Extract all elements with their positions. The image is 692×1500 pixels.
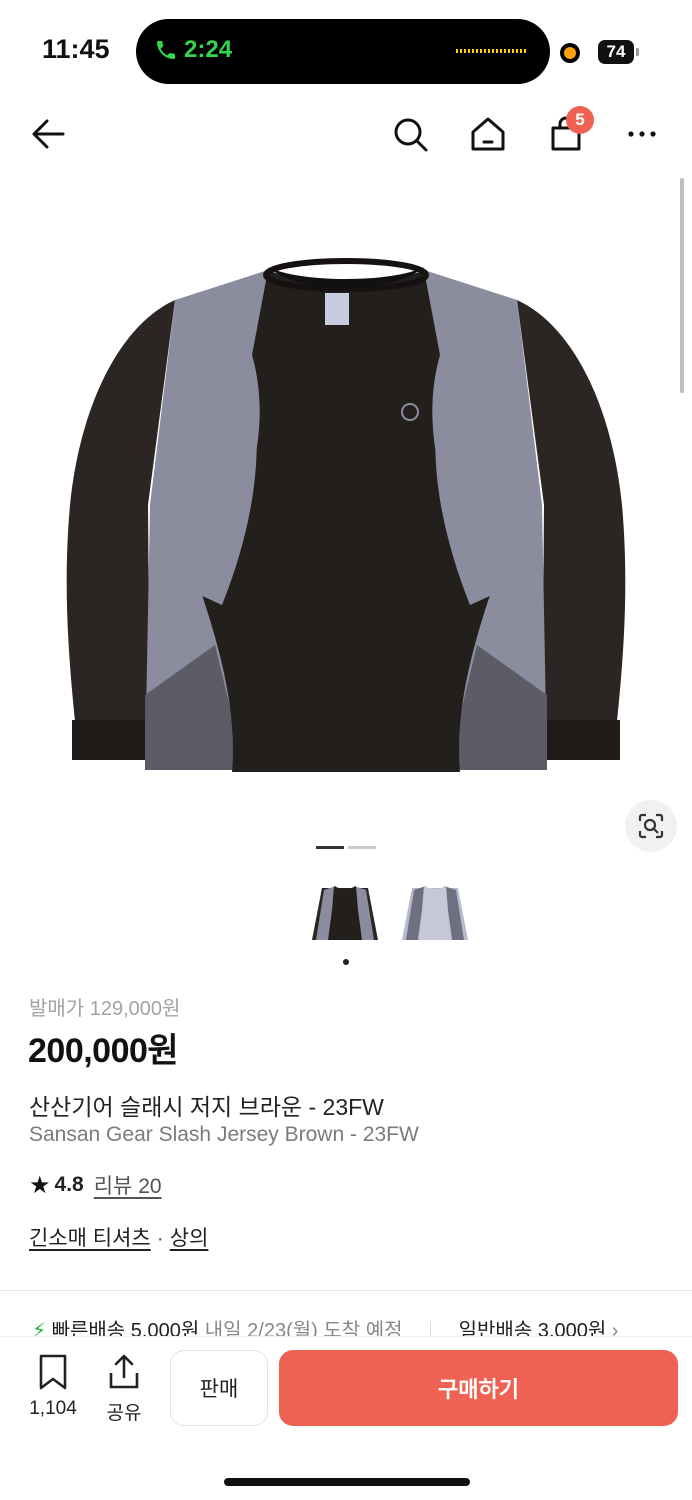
- call-indicator: 2:24: [154, 36, 232, 64]
- share-button[interactable]: 공유: [100, 1353, 148, 1425]
- pager-active: [316, 846, 344, 849]
- clock: 11:45: [42, 34, 110, 64]
- pager-inactive: [348, 846, 376, 849]
- more-button[interactable]: [620, 112, 664, 156]
- star-icon: ★: [29, 1171, 51, 1199]
- product-image-carousel[interactable]: [0, 175, 692, 875]
- bottom-action-bar: 1,104 공유 판매 구매하기: [0, 1336, 692, 1500]
- dynamic-island[interactable]: 2:24: [136, 19, 550, 84]
- cart-button[interactable]: 5: [544, 106, 594, 156]
- home-indicator[interactable]: [224, 1478, 470, 1486]
- review-link[interactable]: 리뷰 20: [94, 1170, 162, 1200]
- chevron-right-icon: ›: [611, 1320, 619, 1336]
- share-label: 공유: [106, 1403, 142, 1424]
- share-icon: [109, 1354, 139, 1389]
- thumbnail-brown[interactable]: [310, 880, 380, 946]
- rating-score: 4.8: [54, 1173, 84, 1196]
- home-icon: [471, 117, 505, 151]
- carousel-pager: [316, 846, 376, 849]
- image-search-button[interactable]: [625, 800, 677, 852]
- bookmark-button[interactable]: 1,104: [26, 1353, 80, 1420]
- back-arrow-icon: [32, 119, 65, 149]
- search-button[interactable]: [388, 112, 432, 156]
- original-price: 발매가 129,000원: [29, 998, 181, 1020]
- phone-icon: [157, 41, 175, 59]
- fast-shipping-eta: 내일 2/23(월) 도착 예정: [204, 1320, 403, 1336]
- more-dots-icon: [628, 131, 656, 137]
- buy-button[interactable]: 구매하기: [279, 1350, 678, 1426]
- product-image: [66, 258, 626, 772]
- category-link-longsleeve[interactable]: 긴소매 티셔츠: [29, 1227, 151, 1250]
- category-separator: ·: [156, 1227, 164, 1250]
- selected-thumbnail-dot: [343, 959, 349, 965]
- audio-waveform-icon: [456, 49, 526, 53]
- price: 200,000원: [28, 1032, 179, 1070]
- recording-indicator-icon: [560, 43, 580, 63]
- top-nav: 5: [0, 100, 692, 170]
- section-divider: [0, 1290, 692, 1291]
- sell-button[interactable]: 판매: [170, 1350, 268, 1426]
- normal-shipping-label: 일반배송 3,000원: [458, 1320, 607, 1336]
- category-link-top[interactable]: 상의: [170, 1227, 209, 1250]
- rating-row: ★ 4.8 리뷰 20: [29, 1170, 162, 1200]
- shipping-options[interactable]: ⚡ 빠른배송 5,000원 내일 2/23(월) 도착 예정 일반배송 3,00…: [32, 1314, 672, 1336]
- search-icon: [394, 118, 428, 152]
- shipping-separator: [430, 1321, 432, 1336]
- product-name-ko: 산산기어 슬래시 저지 브라운 - 23FW: [29, 1094, 384, 1120]
- lens-search-icon: [638, 813, 664, 839]
- battery-icon: 74: [598, 40, 639, 64]
- status-bar: 11:45 2:24 74: [0, 0, 692, 100]
- thumbnail-grey[interactable]: [400, 880, 470, 946]
- category-breadcrumb: 긴소매 티셔츠 · 상의: [29, 1222, 208, 1252]
- cart-count-badge: 5: [566, 106, 594, 134]
- home-button[interactable]: [466, 112, 510, 156]
- variant-thumbnails: [0, 880, 692, 950]
- fast-shipping-label: 빠른배송 5,000원: [51, 1320, 200, 1336]
- bookmark-count: 1,104: [29, 1398, 77, 1419]
- bookmark-icon: [39, 1354, 67, 1390]
- back-button[interactable]: [26, 112, 70, 156]
- call-duration: 2:24: [184, 36, 233, 63]
- lightning-icon: ⚡: [32, 1320, 47, 1336]
- product-name-en: Sansan Gear Slash Jersey Brown - 23FW: [29, 1123, 419, 1146]
- page-scrollbar[interactable]: [680, 178, 684, 393]
